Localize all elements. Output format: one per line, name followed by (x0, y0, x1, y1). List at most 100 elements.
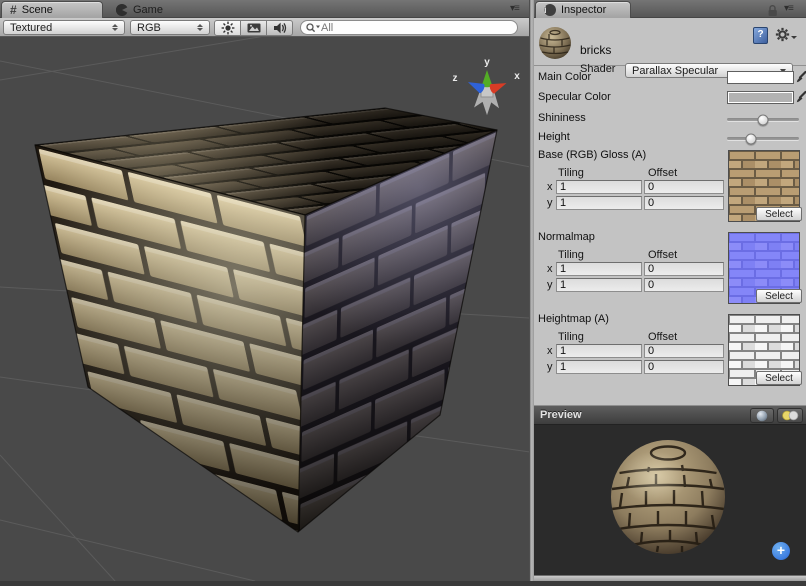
tab-scene-label: Scene (22, 4, 53, 16)
tiling-header: Tiling (558, 249, 584, 261)
material-name: bricks (580, 43, 611, 57)
tiling-x-field[interactable] (556, 262, 642, 276)
offset-header: Offset (648, 249, 677, 261)
scene-toolbar: Textured RGB (0, 18, 529, 37)
inspector-bottom-edge[interactable] (534, 575, 806, 581)
scene-3d-render: y x z (0, 37, 529, 581)
scene-lighting-toggle[interactable] (214, 20, 241, 36)
axis-y-label: y (547, 279, 553, 291)
main-color-label: Main Color (538, 71, 591, 83)
gizmo-x-label: x (514, 71, 520, 82)
help-icon[interactable]: ? (753, 27, 768, 44)
image-icon (246, 20, 262, 36)
tiling-y-field[interactable] (556, 196, 642, 210)
specular-color-eyedropper-icon[interactable] (795, 90, 806, 104)
map-title: Normalmap (538, 231, 595, 243)
shininess-slider-handle[interactable] (758, 114, 769, 125)
height-slider[interactable] (727, 137, 799, 140)
scene-grid-icon: # (10, 3, 17, 17)
offset-header: Offset (648, 331, 677, 343)
tiling-x-field[interactable] (556, 344, 642, 358)
color-mode-dropdown[interactable]: RGB (130, 20, 210, 35)
preview-title: Preview (540, 409, 582, 421)
lock-icon[interactable] (767, 4, 778, 17)
main-color-swatch[interactable] (727, 71, 794, 84)
axis-x-label: x (547, 263, 553, 275)
map-title: Heightmap (A) (538, 313, 609, 325)
offset-x-field[interactable] (644, 180, 724, 194)
scene-tabstrip: # Scene Game ▾≡ (0, 0, 529, 18)
popup-arrows-icon (112, 24, 118, 31)
tab-scene[interactable]: # Scene (1, 1, 103, 18)
height-slider-handle[interactable] (745, 133, 756, 144)
tiling-header: Tiling (558, 331, 584, 343)
scene-skybox-toggle[interactable] (240, 20, 267, 36)
axis-y-label: y (547, 361, 553, 373)
color-mode-label: RGB (137, 22, 161, 34)
scene-search-field[interactable]: All (300, 20, 518, 35)
scene-pane: # Scene Game ▾≡ Textured RGB (0, 0, 529, 581)
gear-menu-button[interactable] (775, 27, 797, 42)
preview-sphere-button[interactable] (750, 408, 774, 423)
gizmo-z-label: z (453, 73, 458, 84)
base-texture-select-button[interactable]: Select (756, 207, 802, 221)
inspector-tabstrip: i Inspector ▾≡ (534, 0, 806, 18)
offset-y-field[interactable] (644, 360, 724, 374)
shininess-slider[interactable] (727, 118, 799, 121)
main-color-eyedropper-icon[interactable] (795, 70, 806, 84)
texture-map-section-height: Heightmap (A) Tiling Offset x y Select (534, 313, 806, 395)
tiling-y-field[interactable] (556, 360, 642, 374)
texture-map-section-base: Base (RGB) Gloss (A) Tiling Offset x y S… (534, 149, 806, 231)
scene-panel-menu-icon[interactable]: ▾≡ (510, 4, 519, 14)
scene-viewport[interactable]: y x z (0, 37, 529, 581)
two-lights-icon (781, 410, 799, 421)
brick-cube[interactable] (35, 108, 497, 532)
speaker-icon (272, 20, 288, 36)
material-ball-thumbnail (537, 25, 573, 61)
normalmap-select-button[interactable]: Select (756, 289, 802, 303)
tab-game-label: Game (133, 4, 163, 16)
offset-x-field[interactable] (644, 262, 724, 276)
offset-y-field[interactable] (644, 196, 724, 210)
gear-dropdown-arrow-icon (791, 36, 797, 39)
popup-arrows-icon (197, 24, 203, 31)
shininess-label: Shininess (538, 112, 586, 124)
preview-lighting-toggle[interactable] (777, 408, 803, 423)
offset-y-field[interactable] (644, 278, 724, 292)
sun-icon (220, 20, 236, 36)
search-filter-label: All (321, 22, 333, 34)
inspector-menu-icon[interactable]: ▾≡ (784, 4, 793, 14)
tab-inspector-label: Inspector (561, 4, 606, 16)
select-label: Select (765, 373, 793, 384)
tiling-y-field[interactable] (556, 278, 642, 292)
inspector-pane: i Inspector ▾≡ bric (534, 0, 806, 581)
map-title: Base (RGB) Gloss (A) (538, 149, 646, 161)
axis-x-label: x (547, 345, 553, 357)
offset-x-field[interactable] (644, 344, 724, 358)
heightmap-select-button[interactable]: Select (756, 371, 802, 385)
add-button[interactable]: + (772, 542, 790, 560)
material-preview-sphere (534, 425, 806, 575)
scene-orientation-gizmo[interactable]: y x z (453, 57, 521, 115)
render-mode-dropdown[interactable]: Textured (3, 20, 125, 35)
sphere-icon (756, 410, 768, 422)
gizmo-y-label: y (484, 57, 490, 68)
shader-value: Parallax Specular (632, 65, 718, 77)
specular-color-label: Specular Color (538, 91, 611, 103)
search-icon (305, 21, 321, 34)
material-header: bricks ? Shader Parallax Specular (534, 18, 806, 66)
tab-game[interactable]: Game (108, 1, 171, 18)
render-mode-label: Textured (10, 22, 52, 34)
scene-audio-toggle[interactable] (266, 20, 293, 36)
specular-color-swatch[interactable] (727, 91, 794, 104)
tiling-header: Tiling (558, 167, 584, 179)
tab-inspector[interactable]: i Inspector (535, 1, 631, 18)
texture-map-section-normal: Normalmap Tiling Offset x y Select (534, 231, 806, 313)
gear-icon (775, 27, 790, 42)
select-label: Select (765, 291, 793, 302)
unity-editor-window: { "colors": { "scene-bg": "#494949", "gr… (0, 0, 806, 581)
preview-header[interactable]: Preview (534, 405, 806, 425)
offset-header: Offset (648, 167, 677, 179)
tiling-x-field[interactable] (556, 180, 642, 194)
preview-body[interactable]: + (534, 425, 806, 575)
